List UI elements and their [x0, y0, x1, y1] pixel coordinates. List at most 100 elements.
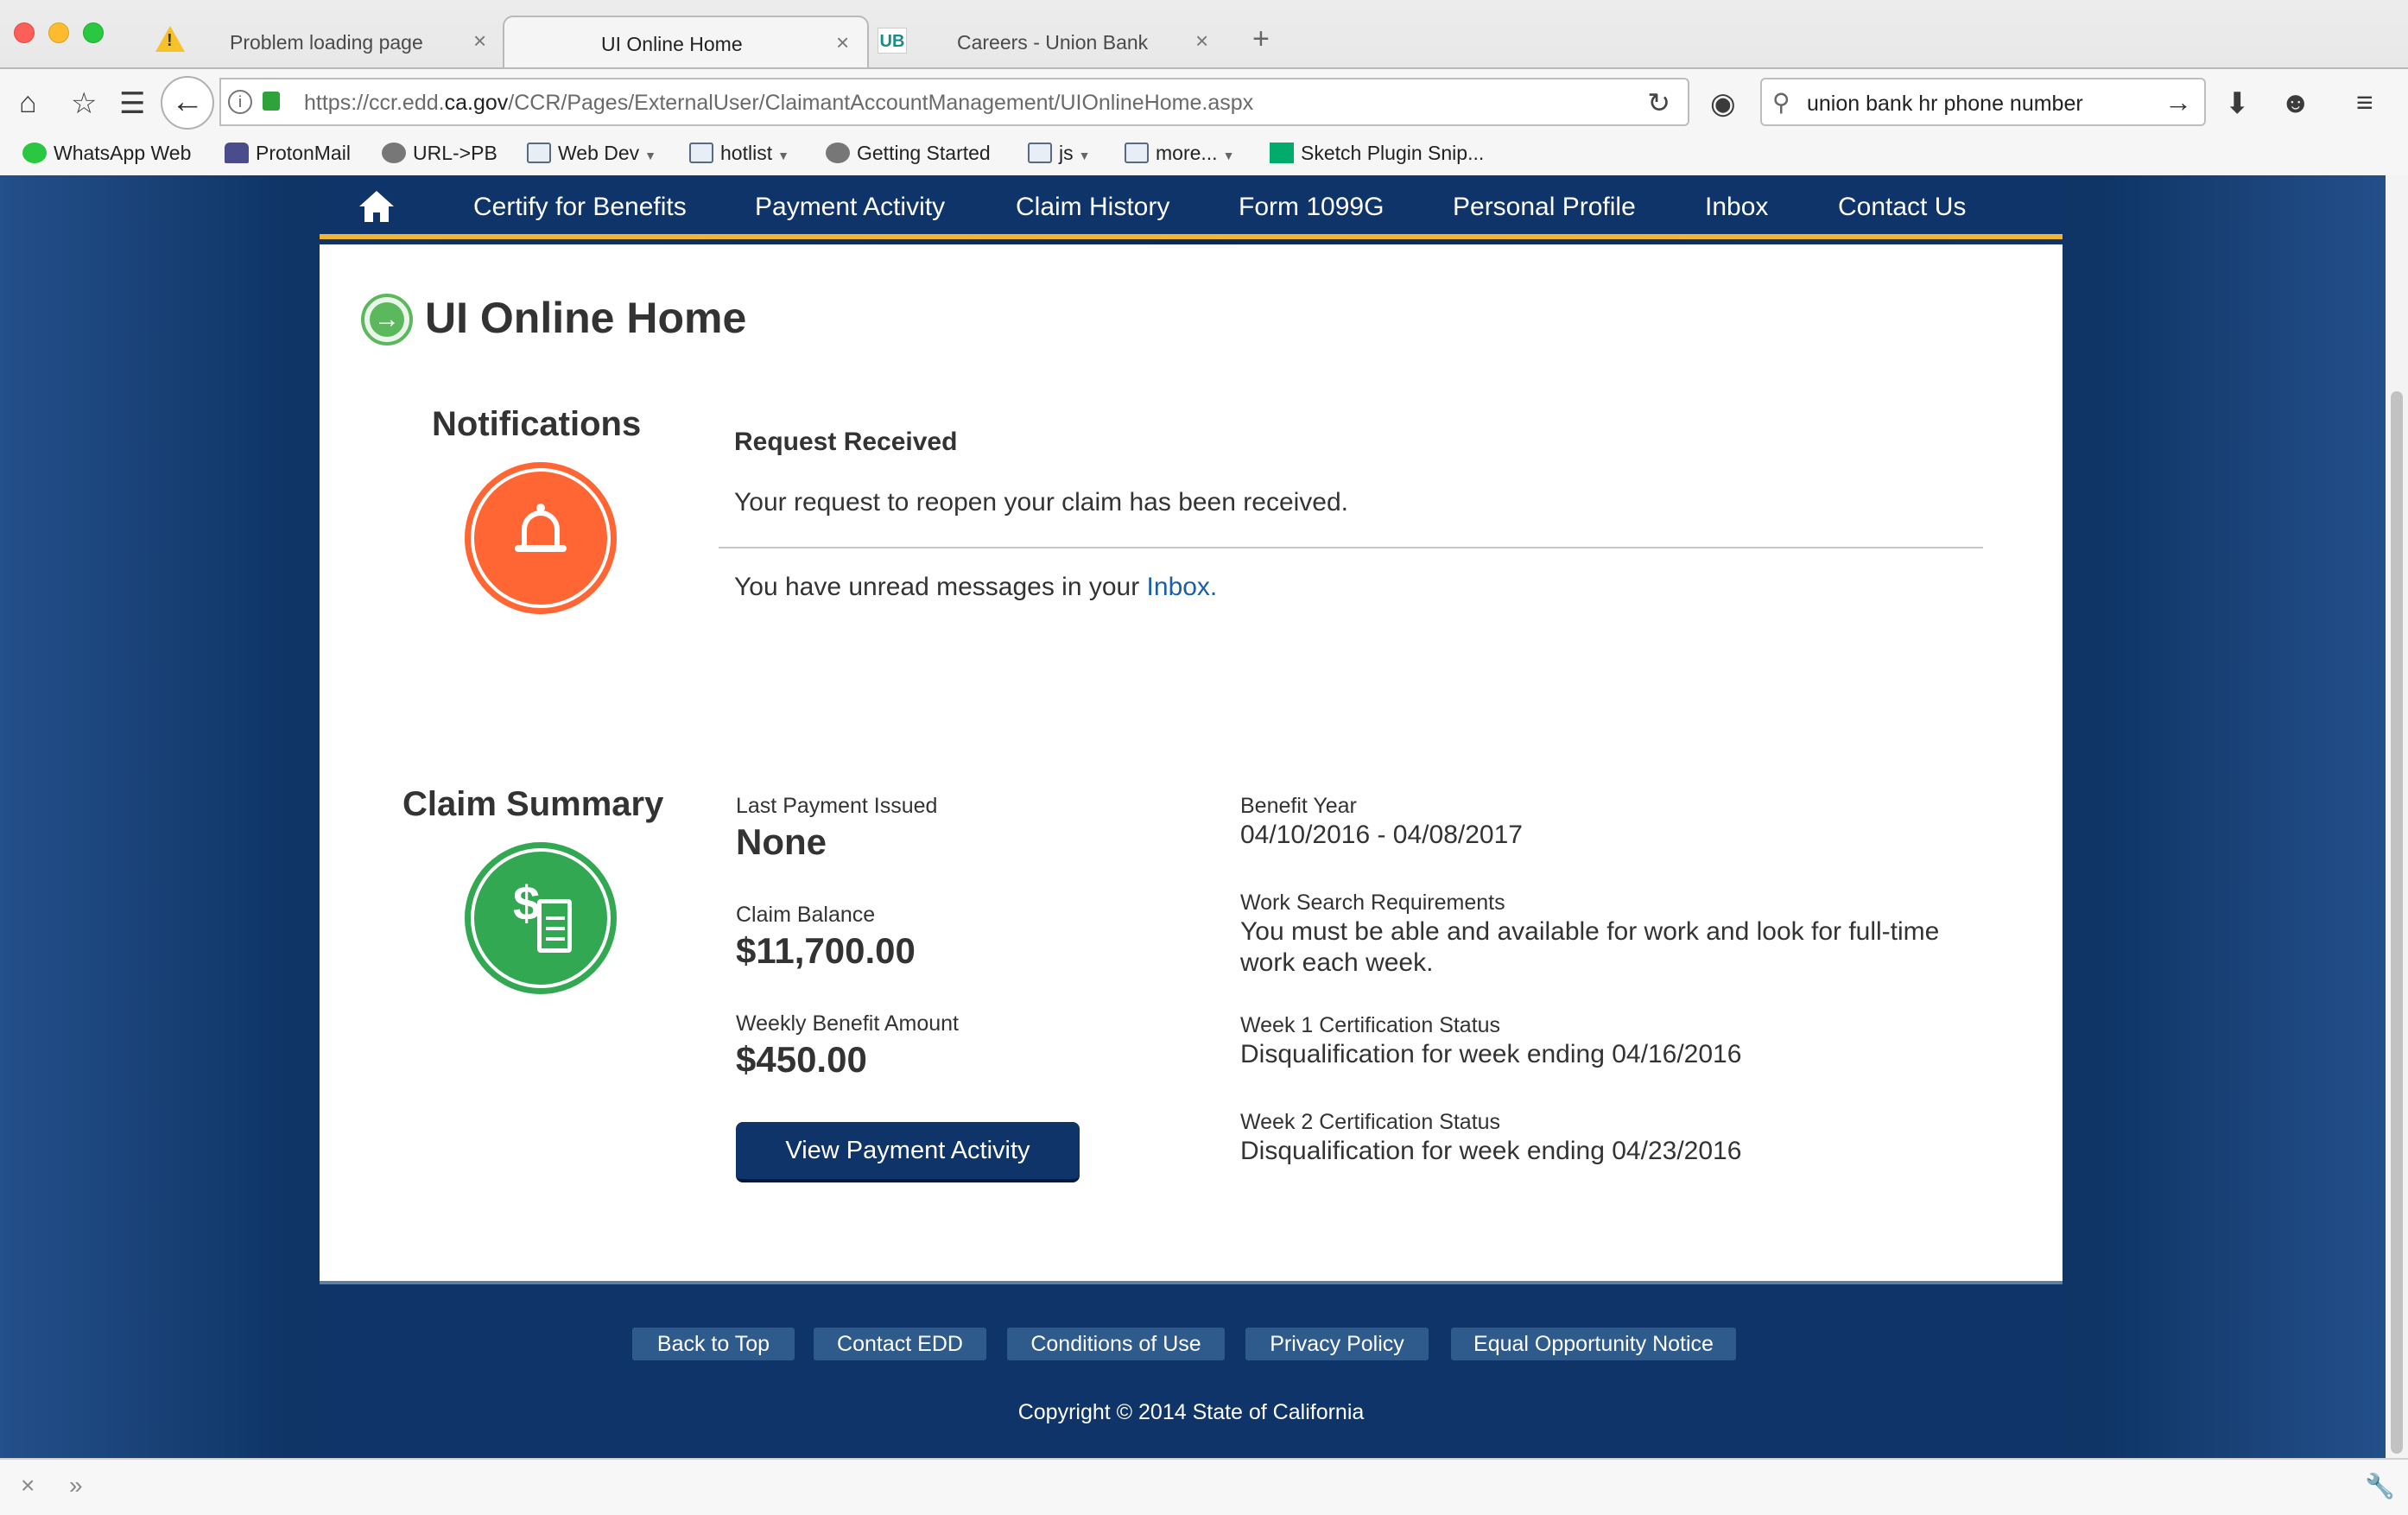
site-footer: Back to Top Contact EDD Conditions of Us…	[320, 1281, 2063, 1458]
add-on-bar: × » 🔧	[0, 1458, 2408, 1515]
extension-icon[interactable]: ☻	[2280, 86, 2311, 120]
week1-status-value: Disqualification for week ending 04/16/2…	[1240, 1040, 1742, 1068]
nav-inbox[interactable]: Inbox	[1705, 193, 1768, 222]
benefit-year-value: 04/10/2016 - 04/08/2017	[1240, 821, 1523, 849]
unread-messages-text: You have unread messages in your Inbox.	[734, 573, 1218, 601]
claim-summary-heading: Claim Summary	[402, 785, 664, 823]
tab-title: UI Online Home	[601, 33, 743, 55]
home-icon[interactable]	[359, 191, 394, 222]
copyright-text: Copyright © 2014 State of California	[1017, 1400, 1365, 1424]
notifications-heading: Notifications	[432, 405, 642, 443]
close-tab-icon[interactable]: ×	[836, 29, 849, 56]
new-tab-icon[interactable]: +	[1252, 22, 1270, 56]
weekly-benefit-label: Weekly Benefit Amount	[736, 1011, 960, 1036]
home-icon[interactable]: ⌂	[19, 86, 37, 120]
close-icon[interactable]: ×	[21, 1472, 35, 1499]
menu-icon[interactable]: ≡	[2356, 86, 2373, 120]
search-query[interactable]: union bank hr phone number	[1807, 92, 2083, 117]
folder-icon	[689, 143, 713, 163]
bookmarks-bar: WhatsApp Web ProtonMail URL->PB Web Dev ▼…	[0, 135, 2408, 175]
bookmark-star-icon[interactable]: ☆	[71, 86, 97, 121]
site-info-icon[interactable]: i	[228, 90, 252, 114]
protonmail-icon	[225, 143, 249, 163]
page-viewport: Certify for Benefits Payment Activity Cl…	[0, 175, 2386, 1458]
warning-icon: !	[155, 26, 185, 52]
download-icon[interactable]: ⬇	[2225, 86, 2250, 121]
globe-icon	[826, 143, 850, 163]
tab-problem-loading[interactable]: ! Problem loading page ×	[155, 16, 501, 67]
tab-strip: ! Problem loading page × UI Online Home …	[0, 0, 2408, 67]
close-tab-icon[interactable]: ×	[473, 28, 486, 54]
main-content: → UI Online Home Notifications Request R…	[320, 244, 2063, 1281]
footer-contact-edd[interactable]: Contact EDD	[814, 1328, 986, 1360]
claim-balance-value: $11,700.00	[736, 930, 916, 971]
folder-icon	[527, 143, 551, 163]
bookmark-protonmail[interactable]: ProtonMail	[225, 142, 351, 165]
footer-back-to-top[interactable]: Back to Top	[632, 1328, 795, 1360]
work-search-value: You must be able and available for work …	[1240, 917, 1940, 977]
inbox-link[interactable]: Inbox.	[1147, 573, 1218, 601]
last-payment-value: None	[736, 821, 827, 862]
lock-icon	[263, 92, 280, 111]
tab-ui-online-home[interactable]: UI Online Home ×	[503, 16, 869, 67]
close-tab-icon[interactable]: ×	[1195, 28, 1208, 54]
bookmark-folder-hotlist[interactable]: hotlist ▼	[689, 142, 789, 165]
bookmark-url-pb[interactable]: URL->PB	[382, 142, 497, 165]
close-window-button[interactable]	[14, 22, 35, 43]
search-icon: ⚲	[1772, 89, 1790, 116]
footer-privacy-policy[interactable]: Privacy Policy	[1245, 1328, 1429, 1360]
last-payment-label: Last Payment Issued	[736, 794, 938, 818]
dollar-document-icon: $	[465, 842, 617, 994]
tab-title: Problem loading page	[230, 31, 423, 54]
bookmark-getting-started[interactable]: Getting Started	[826, 142, 991, 165]
bookmark-folder-web-dev[interactable]: Web Dev ▼	[527, 142, 656, 165]
footer-equal-opportunity-notice[interactable]: Equal Opportunity Notice	[1451, 1328, 1736, 1360]
nav-contact-us[interactable]: Contact Us	[1838, 193, 1966, 222]
nav-claim-history[interactable]: Claim History	[1016, 193, 1169, 222]
folder-icon	[1125, 143, 1149, 163]
browser-chrome: ! Problem loading page × UI Online Home …	[0, 0, 2408, 175]
view-payment-activity-button[interactable]: View Payment Activity	[736, 1122, 1080, 1182]
weekly-benefit-value: $450.00	[736, 1039, 867, 1080]
reload-icon[interactable]: ↻	[1647, 86, 1670, 119]
site-navigation: Certify for Benefits Payment Activity Cl…	[320, 175, 2063, 239]
nav-personal-profile[interactable]: Personal Profile	[1453, 193, 1636, 222]
globe-icon	[382, 143, 406, 163]
zoom-window-button[interactable]	[83, 22, 104, 43]
page-scrollbar[interactable]	[2386, 175, 2408, 1458]
nav-form-1099g[interactable]: Form 1099G	[1239, 193, 1384, 222]
wrench-icon[interactable]: 🔧	[2365, 1472, 2395, 1500]
divider	[719, 547, 1983, 548]
scrollbar-thumb[interactable]	[2391, 391, 2403, 1454]
nav-certify-for-benefits[interactable]: Certify for Benefits	[473, 193, 687, 222]
medium-icon	[1270, 143, 1294, 163]
reader-list-icon[interactable]: ☰	[119, 86, 145, 121]
ub-favicon: UB	[878, 28, 907, 54]
week2-status-value: Disqualification for week ending 04/23/2…	[1240, 1137, 1742, 1165]
arrow-right-circle-icon: →	[361, 294, 413, 345]
url-text[interactable]: https://ccr.edd.ca.gov/CCR/Pages/Externa…	[304, 91, 1253, 116]
bookmark-whatsapp[interactable]: WhatsApp Web	[22, 142, 191, 165]
work-search-label: Work Search Requirements	[1240, 891, 1505, 915]
bookmark-folder-js[interactable]: js ▼	[1028, 142, 1090, 165]
notification-message: Your request to reopen your claim has be…	[734, 488, 1348, 517]
nav-payment-activity[interactable]: Payment Activity	[755, 193, 945, 222]
footer-conditions-of-use[interactable]: Conditions of Use	[1007, 1328, 1225, 1360]
pocket-icon[interactable]: ◉	[1710, 86, 1736, 121]
back-button[interactable]: ←	[161, 76, 214, 130]
bookmark-sketch-plugin[interactable]: Sketch Plugin Snip...	[1270, 142, 1484, 165]
notification-title: Request Received	[734, 428, 958, 456]
folder-icon	[1028, 143, 1052, 163]
claim-balance-label: Claim Balance	[736, 903, 876, 927]
double-chevron-right-icon[interactable]: »	[69, 1472, 83, 1499]
minimize-window-button[interactable]	[48, 22, 69, 43]
search-input[interactable]: ⚲ union bank hr phone number →	[1760, 78, 2206, 126]
search-go-icon[interactable]: →	[2164, 86, 2192, 118]
tab-careers-union-bank[interactable]: UB Careers - Union Bank ×	[878, 16, 1223, 67]
page-title: UI Online Home	[425, 294, 747, 342]
week1-status-label: Week 1 Certification Status	[1240, 1013, 1501, 1037]
url-bar[interactable]: i https://ccr.edd.ca.gov/CCR/Pages/Exter…	[219, 78, 1689, 126]
bookmark-folder-more[interactable]: more... ▼	[1125, 142, 1234, 165]
tab-title: Careers - Union Bank	[957, 31, 1149, 54]
bell-icon	[465, 462, 617, 614]
